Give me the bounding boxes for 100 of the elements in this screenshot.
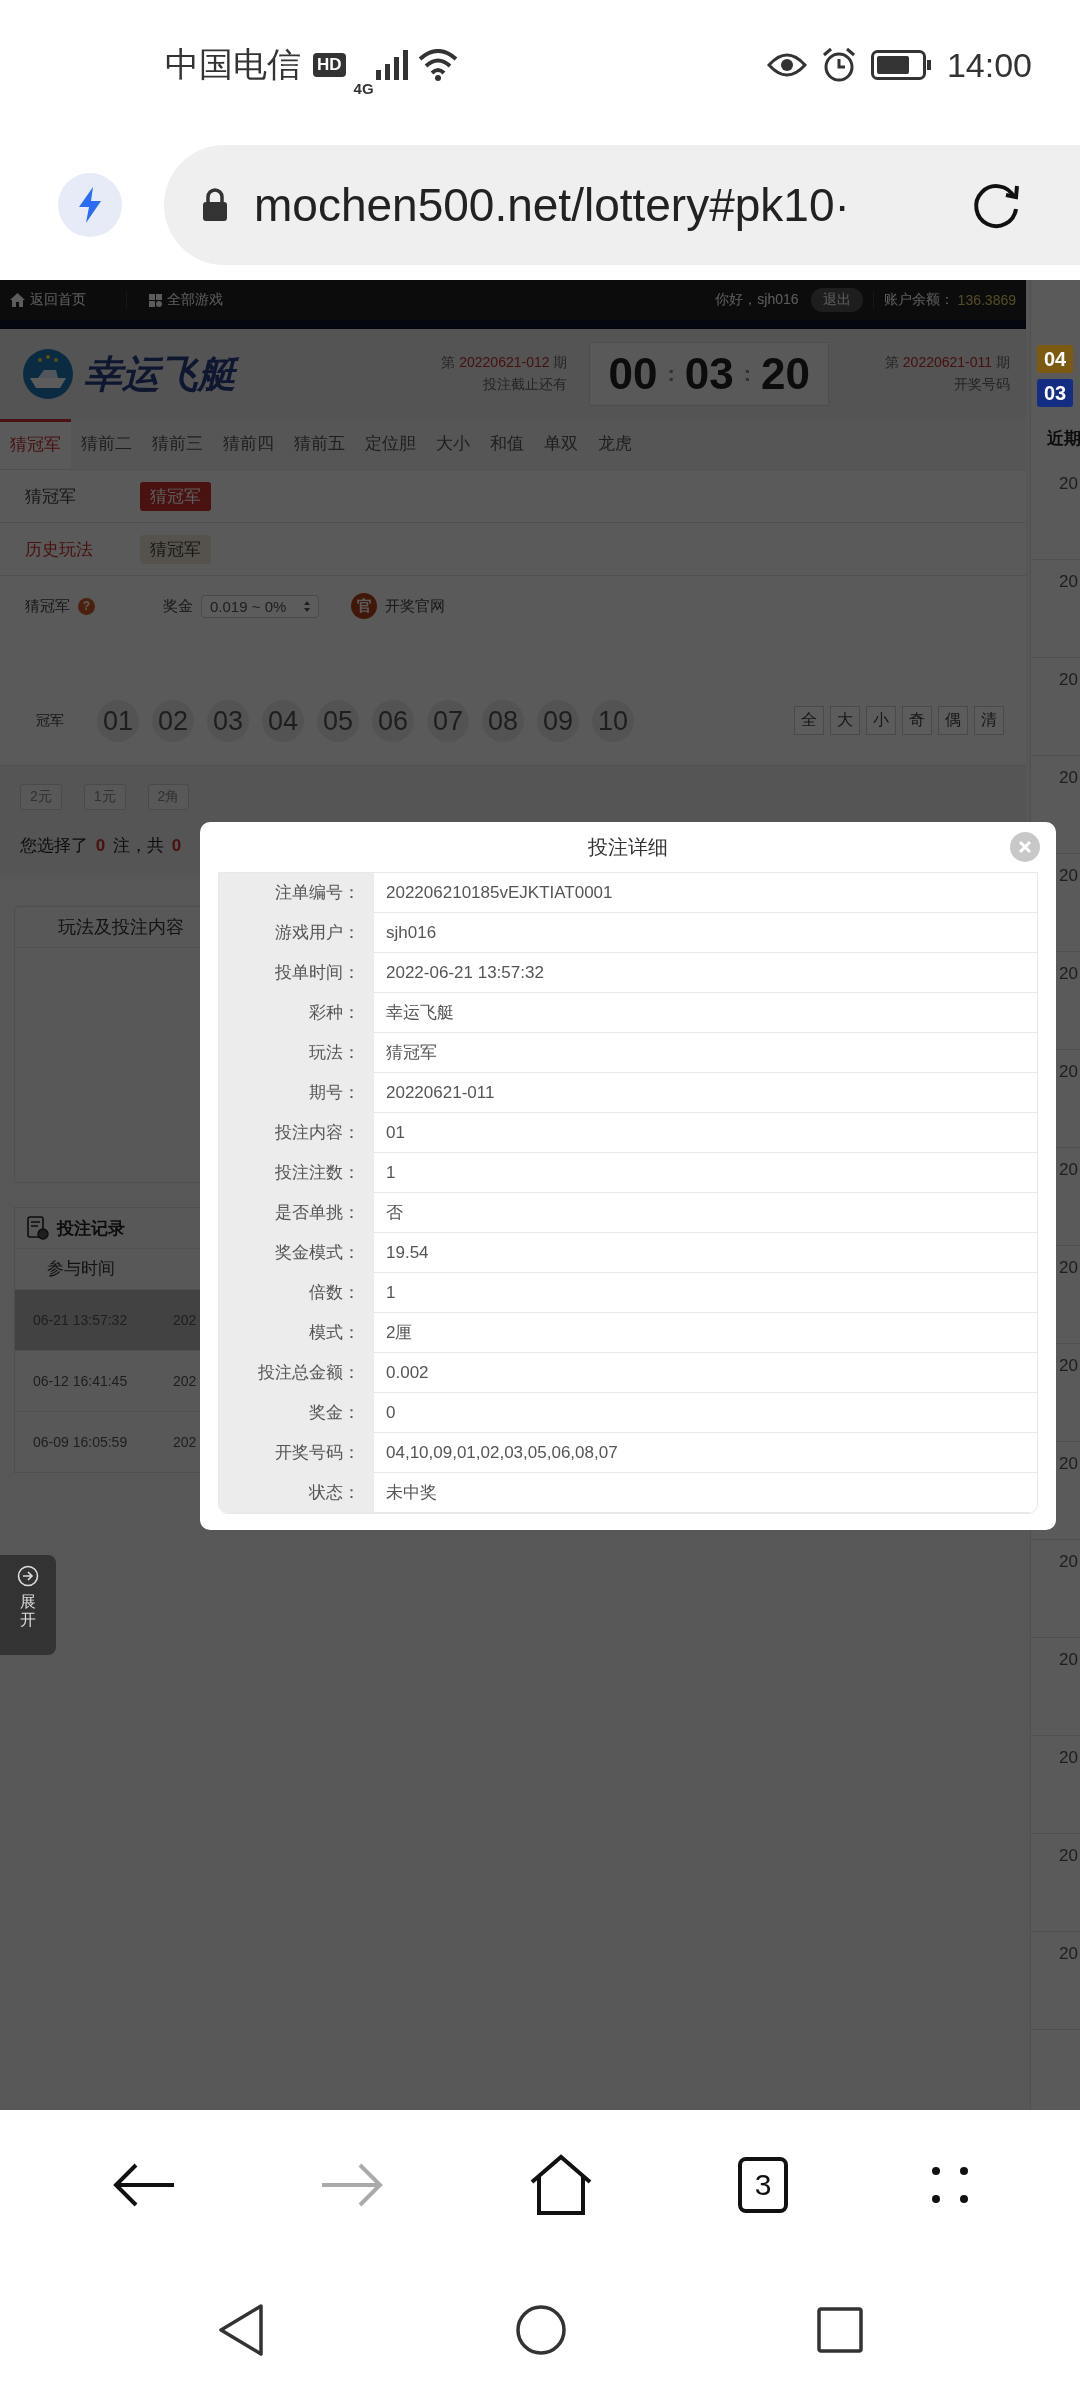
play-tab[interactable]: 和值: [480, 419, 534, 469]
play-tab[interactable]: 猜前二: [71, 419, 142, 469]
play-tab[interactable]: 大小: [426, 419, 480, 469]
quick-pick-button[interactable]: 小: [866, 706, 896, 735]
table-cell: 20: [1059, 1454, 1078, 1473]
countdown-timer: 00 : 03 : 20: [589, 342, 829, 406]
field-value: 2022-06-21 13:57:32: [374, 953, 1037, 993]
play-tab[interactable]: 定位胆: [355, 419, 426, 469]
field-label: 投单时间：: [219, 953, 374, 993]
field-label: 投注内容：: [219, 1113, 374, 1153]
hd-badge: HD: [313, 53, 346, 77]
field-label: 注单编号：: [219, 873, 374, 913]
play-tab[interactable]: 猜前五: [284, 419, 355, 469]
balance-amount: 136.3869: [957, 292, 1016, 308]
table-cell: 20: [1059, 474, 1078, 493]
play-tab[interactable]: 猜冠军: [0, 419, 71, 469]
back-icon[interactable]: [112, 2163, 176, 2207]
table-cell: 20: [1059, 1944, 1078, 1963]
time-separator: :: [743, 361, 751, 387]
field-value: 1: [374, 1273, 1037, 1313]
field-value: sjh016: [374, 913, 1037, 953]
table-cell: 20: [1059, 670, 1078, 689]
play-tab[interactable]: 猜前四: [213, 419, 284, 469]
menu-icon[interactable]: [932, 2167, 968, 2203]
prize-select[interactable]: 0.019 ~ 0%: [201, 594, 320, 618]
home-icon[interactable]: [528, 2154, 594, 2216]
field-label: 奖金：: [219, 1393, 374, 1433]
field-value: 未中奖: [374, 1473, 1037, 1513]
grid-icon: [149, 293, 162, 307]
table-cell-text: 06-09 16:05:59: [33, 1434, 129, 1450]
field-value: 01: [374, 1113, 1037, 1153]
field-value: 否: [374, 1193, 1037, 1233]
table-cell: 20: [1059, 572, 1078, 591]
side-panel-title: 近期: [1046, 428, 1080, 450]
table-cell: 20: [1059, 1160, 1078, 1179]
selection-summary: 您选择了 0 注，共 0: [20, 835, 183, 857]
play-tab[interactable]: 龙虎: [588, 419, 642, 469]
house-icon: [10, 293, 25, 307]
home-icon[interactable]: [515, 2304, 567, 2356]
field-value: 04,10,09,01,02,03,05,06,08,07: [374, 1433, 1037, 1473]
play-tab[interactable]: 单双: [534, 419, 588, 469]
table-cell: 20: [1059, 1552, 1078, 1571]
help-icon[interactable]: ?: [78, 597, 95, 615]
quick-pick-button[interactable]: 大: [830, 706, 860, 735]
field-label: 模式：: [219, 1313, 374, 1353]
lock-icon: [202, 188, 228, 222]
quick-pick-button[interactable]: 清: [974, 706, 1004, 735]
table-cell-text: 06-12 16:41:45: [33, 1373, 129, 1389]
balance-label: 账户余额：: [872, 291, 954, 309]
eye-icon: [766, 51, 807, 79]
back-icon[interactable]: [217, 2303, 265, 2357]
field-value: 0.002: [374, 1353, 1037, 1393]
expand-tab[interactable]: 展开: [0, 1555, 56, 1655]
home-link[interactable]: 返回首页: [10, 291, 86, 309]
field-value: 20220621-011: [374, 1073, 1037, 1113]
history-chip[interactable]: 猜冠军: [140, 534, 211, 564]
field-label: 玩法：: [219, 1033, 374, 1073]
field-label: 是否单挑：: [219, 1193, 374, 1233]
field-value: 0: [374, 1393, 1037, 1433]
field-value: 幸运飞艇: [374, 993, 1037, 1033]
field-value: 猜冠军: [374, 1033, 1037, 1073]
table-cell: 20: [1059, 1650, 1078, 1669]
time-separator: :: [667, 361, 675, 387]
all-games-link[interactable]: 全部游戏: [126, 291, 223, 309]
table-cell: 20: [1059, 1062, 1078, 1081]
play-name: 猜冠军: [25, 596, 70, 616]
field-label: 投注注数：: [219, 1153, 374, 1193]
field-label: 奖金模式：: [219, 1233, 374, 1273]
play-option[interactable]: 猜冠军: [140, 481, 211, 511]
tabs-button[interactable]: 3: [738, 2157, 788, 2213]
battery-icon: [870, 50, 933, 80]
address-bar[interactable]: mochen500.net/lottery#pk10·: [164, 145, 1080, 265]
table-cell: 20: [1059, 768, 1078, 787]
column-header: 参与时间: [47, 1259, 115, 1278]
url-text: mochen500.net/lottery#pk10·: [254, 178, 850, 232]
field-label: 彩种：: [219, 993, 374, 1033]
field-label: 投注总金额：: [219, 1353, 374, 1393]
alarm-icon: [820, 47, 857, 83]
lightning-icon: [77, 187, 103, 223]
records-title: 投注记录: [57, 1217, 125, 1240]
updown-arrows-icon: [304, 600, 311, 612]
carrier-name: 中国电信: [165, 44, 301, 85]
row-label: 猜冠军: [25, 485, 77, 508]
record-list-icon: [27, 1216, 49, 1240]
quick-pick-button[interactable]: 偶: [938, 706, 968, 735]
field-label: 游戏用户：: [219, 913, 374, 953]
quick-pick-button[interactable]: 全: [794, 706, 824, 735]
table-cell: 202: [173, 1373, 197, 1389]
official-site-link[interactable]: 开奖官网: [385, 596, 446, 616]
dialog-title: 投注详细: [588, 834, 668, 860]
table-cell: 20: [1059, 1356, 1078, 1375]
signal-icon: [375, 50, 410, 80]
table-cell: 202: [173, 1434, 197, 1450]
table-cell: 20: [1059, 1748, 1078, 1767]
recents-icon[interactable]: [817, 2307, 863, 2353]
position-label: 冠军: [36, 711, 65, 730]
table-cell: 20: [1059, 1258, 1078, 1277]
table-cell: 20: [1059, 866, 1078, 885]
quick-pick-button[interactable]: 奇: [902, 706, 932, 735]
field-label: 倍数：: [219, 1273, 374, 1313]
